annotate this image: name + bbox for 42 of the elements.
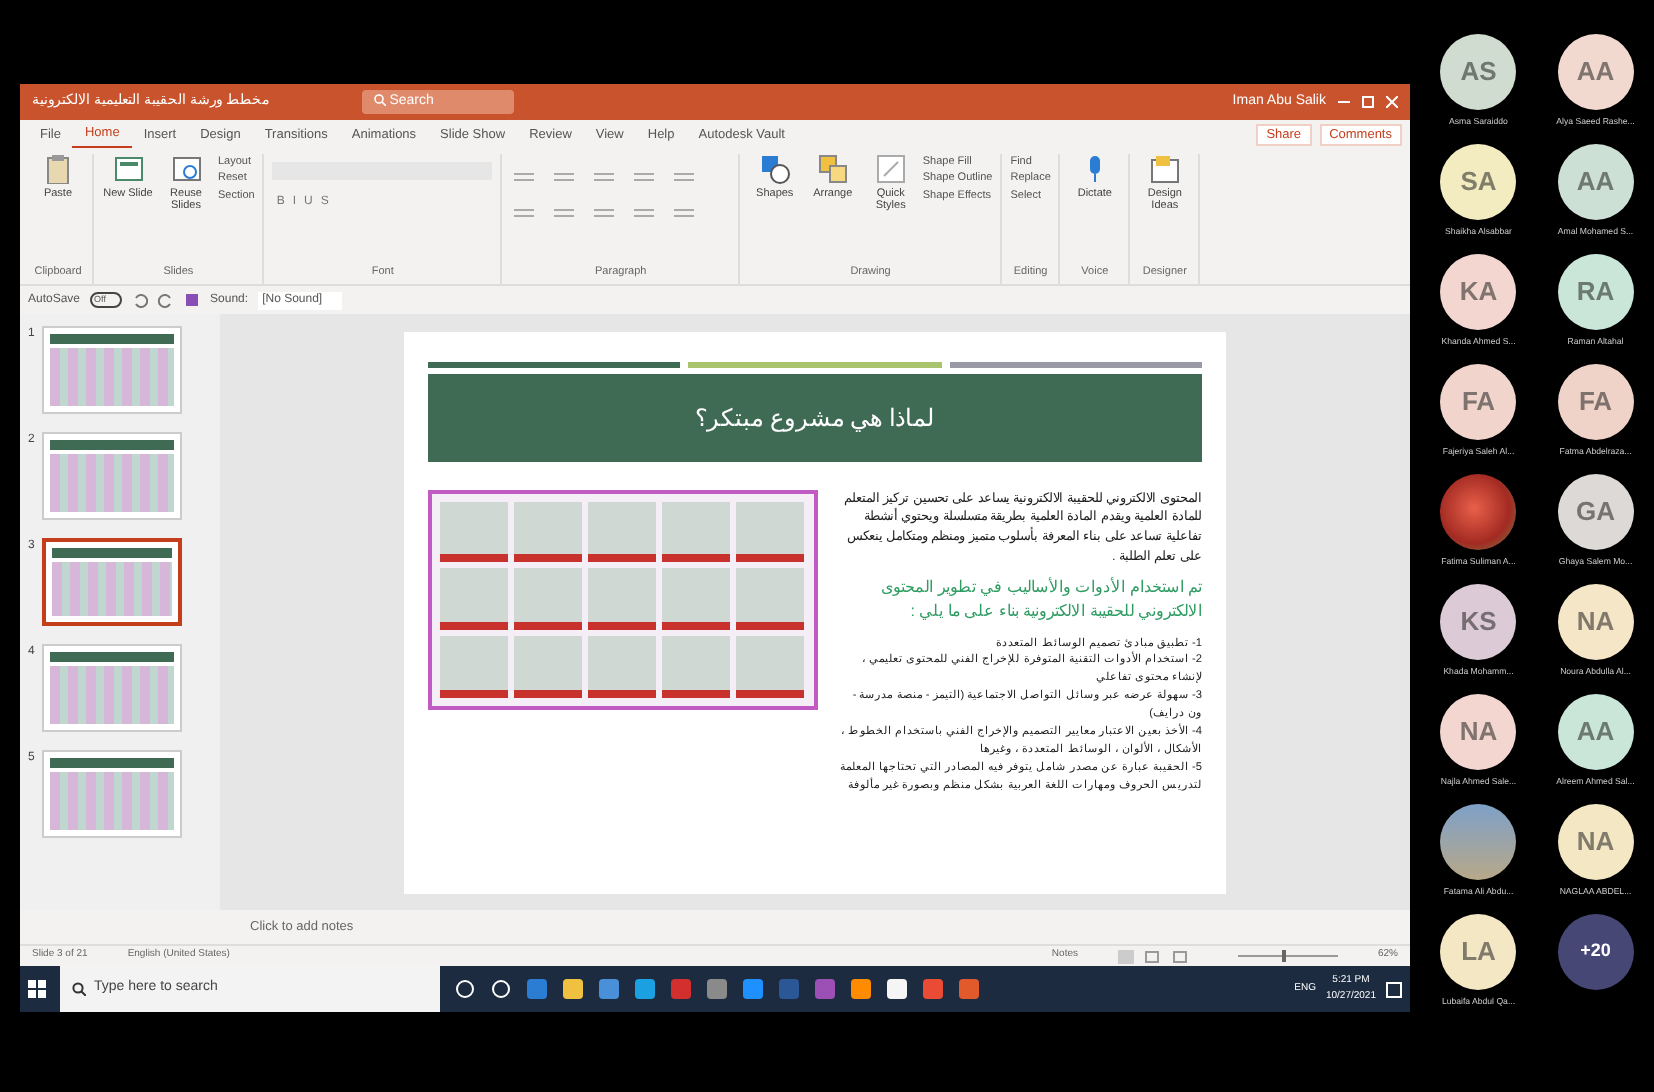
participant-avatar: AS: [1440, 34, 1517, 110]
more-participants-button[interactable]: +20: [1557, 914, 1634, 990]
windows-icon: [28, 980, 46, 998]
redo-icon: [158, 292, 175, 308]
clipboard-icon: [43, 154, 73, 184]
slide-title: لماذا هي مشروع مبتكر؟: [428, 373, 1202, 461]
shapes-icon: [759, 154, 790, 184]
search-icon: [373, 93, 386, 106]
slide-heading: تم استخدام الأدوات والأساليب في تطوير المحتوى الالكتروني للحقيبة الالكترونية بناء على ما يلي :: [879, 575, 1202, 623]
app-icon[interactable]: [490, 978, 512, 1000]
participant-avatar: SA: [1440, 144, 1517, 220]
participant-avatar: NA: [1557, 584, 1634, 660]
arrange-icon: [817, 154, 848, 184]
participant-avatar: KS: [1440, 584, 1517, 660]
reuse-icon: [171, 154, 201, 184]
app-icon[interactable]: [886, 978, 908, 1000]
participant-avatar: RA: [1557, 254, 1634, 330]
app-icon[interactable]: [562, 978, 584, 1000]
photo-placeholder: [1440, 474, 1517, 550]
participant-avatar: AA: [1557, 694, 1634, 770]
styles-icon: [875, 154, 906, 184]
participant-avatar: FA: [1557, 364, 1634, 440]
participant-avatar: KA: [1440, 254, 1517, 330]
participant-avatar: AA: [1557, 144, 1634, 220]
slide-thumbnail[interactable]: [42, 538, 183, 626]
search-icon: [72, 982, 86, 996]
participant-avatar: GA: [1557, 474, 1634, 550]
participant-avatar: NA: [1440, 694, 1517, 770]
close-icon: [1386, 96, 1398, 108]
participant-avatar: LA: [1440, 914, 1517, 990]
photo-placeholder: [1440, 804, 1517, 880]
participant-avatar: FA: [1440, 364, 1517, 440]
undo-icon: [132, 292, 149, 308]
notification-icon: [1386, 981, 1402, 997]
slide-icon: [113, 154, 143, 184]
zoom-slider-icon: [1237, 950, 1338, 962]
participant-avatar: AA: [1557, 34, 1634, 110]
maximize-icon: [1362, 96, 1374, 108]
participant-avatar: NA: [1557, 804, 1634, 880]
app-icon[interactable]: [850, 978, 872, 1000]
app-icon[interactable]: [454, 978, 476, 1000]
minimize-icon: [1338, 96, 1350, 108]
